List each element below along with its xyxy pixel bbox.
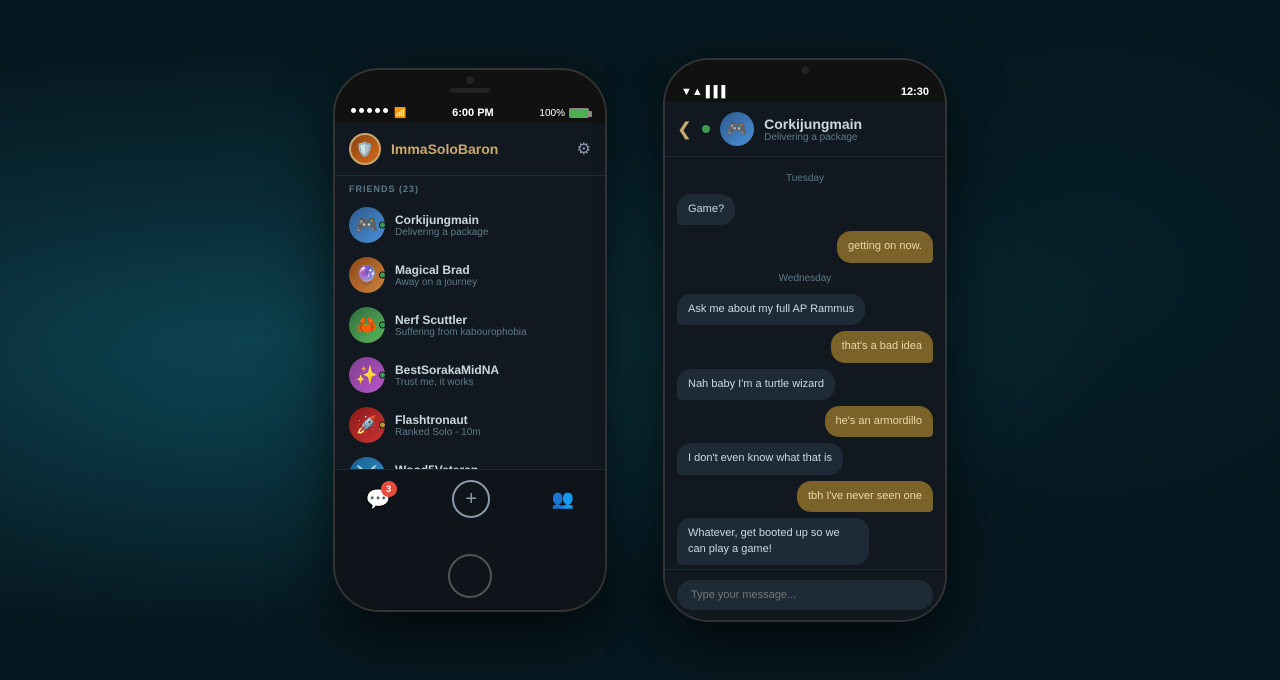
online-dot bbox=[379, 322, 386, 329]
friend-name: Flashtronaut bbox=[395, 413, 591, 427]
contact-status: Delivering a package bbox=[764, 132, 933, 143]
friend-name: Wood5Veteran bbox=[395, 463, 563, 470]
user-avatar: 🛡️ bbox=[349, 133, 381, 165]
friend-status: Trust me, it works bbox=[395, 377, 591, 388]
message-bubble: getting on now. bbox=[837, 231, 933, 262]
message-bubble: Game? bbox=[677, 194, 735, 225]
contact-info: Corkijungmain Delivering a package bbox=[764, 116, 933, 143]
friend-name: BestSorakaMidNA bbox=[395, 363, 591, 377]
online-dot bbox=[379, 372, 386, 379]
camera bbox=[466, 76, 474, 84]
camera bbox=[801, 66, 809, 74]
user-name: ImmaSoloBaron bbox=[391, 141, 567, 157]
friend-status: Away on a journey bbox=[395, 277, 591, 288]
home-button[interactable] bbox=[448, 554, 492, 598]
message-bubble: Whatever, get booted up so we can play a… bbox=[677, 518, 869, 565]
messages-area: Tuesday Game? getting on now. Wednesday … bbox=[665, 157, 945, 569]
status-time: 6:00 PM bbox=[452, 107, 494, 119]
message-bubble: that's a bad idea bbox=[831, 331, 933, 362]
friend-info: Flashtronaut Ranked Solo - 10m bbox=[395, 413, 591, 438]
day-label-wednesday: Wednesday bbox=[677, 273, 933, 284]
battery-percent: 100% bbox=[539, 108, 565, 119]
message-bubble: Nah baby I'm a turtle wizard bbox=[677, 369, 835, 400]
chat-header: ❮ 🎮 Corkijungmain Delivering a package bbox=[665, 102, 945, 157]
message-input[interactable] bbox=[677, 580, 933, 610]
chat-button[interactable]: 💬 3 bbox=[366, 487, 391, 512]
time-right: 12:30 bbox=[901, 86, 929, 98]
online-dot bbox=[379, 272, 386, 279]
friends-list: FRIENDS (23) 🎮 Corkijungmain Delivering … bbox=[335, 176, 605, 469]
friend-info: Wood5Veteran Just got a pentakill bbox=[395, 463, 563, 470]
battery-status: 100% bbox=[539, 108, 589, 119]
message-bubble: tbh I've never seen one bbox=[797, 481, 933, 512]
friends-icon: 👥 bbox=[552, 489, 574, 510]
add-friend-button[interactable]: + bbox=[452, 480, 490, 518]
friend-item[interactable]: 🎮 Corkijungmain Delivering a package bbox=[335, 200, 605, 250]
friend-item[interactable]: ✨ BestSorakaMidNA Trust me, it works bbox=[335, 350, 605, 400]
bottom-navigation: 💬 3 + 👥 bbox=[335, 469, 605, 548]
friend-name: Magical Brad bbox=[395, 263, 591, 277]
contact-name: Corkijungmain bbox=[764, 116, 933, 132]
wifi-icon: 📶 bbox=[394, 108, 406, 119]
settings-icon[interactable]: ⚙ bbox=[577, 139, 591, 159]
friend-status: Delivering a package bbox=[395, 227, 591, 238]
friend-name: Nerf Scuttler bbox=[395, 313, 591, 327]
status-bar: 📶 6:00 PM 100% bbox=[335, 99, 605, 123]
status-bar-right: ▼▲ ▌▌▌ 12:30 bbox=[665, 78, 945, 102]
friend-item[interactable]: 🔮 Magical Brad Away on a journey bbox=[335, 250, 605, 300]
friend-status: Ranked Solo - 10m bbox=[395, 427, 591, 438]
home-button-area bbox=[335, 548, 605, 610]
message-bubble: Ask me about my full AP Rammus bbox=[677, 294, 865, 325]
app-header: 🛡️ ImmaSoloBaron ⚙ bbox=[335, 123, 605, 176]
friend-avatar: ⚔️ bbox=[349, 457, 385, 469]
online-dot bbox=[379, 222, 386, 229]
signal-icon: ▼▲ ▌▌▌ bbox=[681, 86, 729, 98]
message-bubble: I don't even know what that is bbox=[677, 443, 843, 474]
back-button[interactable]: ❮ bbox=[677, 119, 692, 140]
left-phone: 📶 6:00 PM 100% 🛡️ ImmaSoloBaron ⚙ FRIEND… bbox=[335, 70, 605, 610]
day-label-tuesday: Tuesday bbox=[677, 173, 933, 184]
friend-item[interactable]: 🦀 Nerf Scuttler Suffering from kabouroph… bbox=[335, 300, 605, 350]
online-dot bbox=[379, 422, 386, 429]
friend-item[interactable]: ⚔️ Wood5Veteran Just got a pentakill 40m bbox=[335, 450, 605, 469]
friend-info: BestSorakaMidNA Trust me, it works bbox=[395, 363, 591, 388]
friend-info: Nerf Scuttler Suffering from kabourophob… bbox=[395, 313, 591, 338]
message-bubble: he's an armordillo bbox=[825, 406, 933, 437]
message-input-bar bbox=[665, 569, 945, 620]
friend-info: Corkijungmain Delivering a package bbox=[395, 213, 591, 238]
online-indicator bbox=[702, 125, 710, 133]
friend-info: Magical Brad Away on a journey bbox=[395, 263, 591, 288]
notification-badge: 3 bbox=[381, 481, 397, 497]
battery-icon bbox=[569, 108, 589, 118]
friends-label: FRIENDS (23) bbox=[335, 176, 605, 200]
plus-icon: + bbox=[465, 488, 477, 511]
speaker bbox=[450, 88, 490, 93]
signal-dots: 📶 bbox=[351, 108, 406, 119]
contact-avatar: 🎮 bbox=[720, 112, 754, 146]
friend-item[interactable]: 🚀 Flashtronaut Ranked Solo - 10m bbox=[335, 400, 605, 450]
friend-name: Corkijungmain bbox=[395, 213, 591, 227]
friend-status: Suffering from kabourophobia bbox=[395, 327, 591, 338]
friends-button[interactable]: 👥 bbox=[552, 489, 574, 510]
right-phone: ▼▲ ▌▌▌ 12:30 ❮ 🎮 Corkijungmain Deliverin… bbox=[665, 60, 945, 620]
